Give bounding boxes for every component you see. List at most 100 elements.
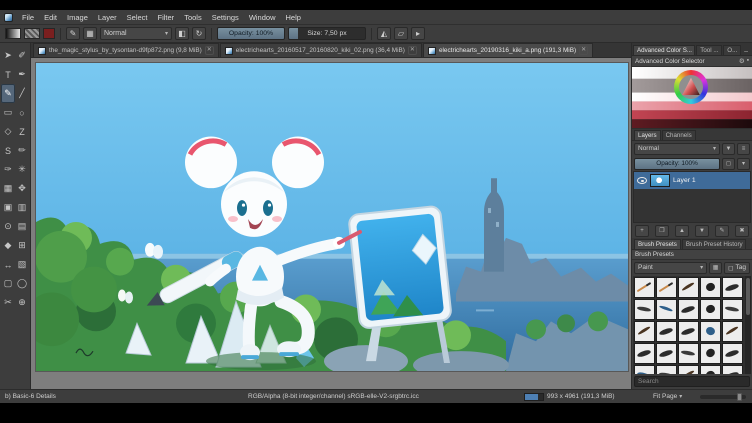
brush-preset[interactable] [722,299,743,320]
tool-assistants[interactable]: ⊞ [15,236,29,255]
menu-select[interactable]: Select [122,13,153,22]
brush-preset[interactable] [656,365,677,374]
tool-ellipse-select[interactable]: ◯ [15,274,29,293]
brush-preset[interactable] [700,277,721,298]
tool-rectangle[interactable]: ▭ [1,103,15,122]
tool-bezier-curve[interactable]: S [1,141,15,160]
tool-polygon[interactable]: ◇ [1,122,15,141]
gear-icon[interactable]: ⚙ [739,57,745,65]
foreground-color-swatch[interactable] [43,28,55,39]
gradient-swatch[interactable] [5,28,21,39]
layer-lock-button[interactable]: ◻ [722,157,735,170]
tab-overview[interactable]: O... [723,45,742,55]
reload-preset-button[interactable]: ↻ [192,27,206,40]
tool-freehand-path[interactable]: ✏ [15,141,29,160]
tool-contiguous-select[interactable]: ⊕ [15,293,29,312]
zoom-slider[interactable] [700,393,746,401]
tool-freehand-select[interactable]: ✂ [1,293,15,312]
eraser-mode-button[interactable]: ◧ [175,27,189,40]
tab-brush-preset-history[interactable]: Brush Preset History [681,239,746,249]
tool-ellipse[interactable]: ○ [15,103,29,122]
tool-edit-shapes[interactable]: ✐ [15,46,29,65]
brush-preset[interactable] [634,277,655,298]
brush-preset[interactable] [700,321,721,342]
tool-pattern-edit[interactable]: ▤ [15,217,29,236]
canvas[interactable] [36,63,628,371]
brush-preset[interactable] [722,321,743,342]
brush-preset[interactable] [634,321,655,342]
close-icon[interactable]: ✕ [579,46,589,55]
tool-transform[interactable]: ▦ [1,179,15,198]
duplicate-layer-button[interactable]: ❐ [655,224,669,237]
brush-preset[interactable] [634,343,655,364]
pin-icon[interactable]: ▪ [747,57,749,65]
menu-filter[interactable]: Filter [153,13,180,22]
document-tab-1[interactable]: the_magic_stylus_by_tysontan-d9fp872.png… [33,43,219,57]
tool-line[interactable]: ╱ [15,84,29,103]
tool-select-shapes[interactable]: ➤ [1,46,15,65]
menu-file[interactable]: File [17,13,39,22]
choose-brush-preset-button[interactable]: ▦ [83,27,97,40]
preset-filter-dropdown[interactable]: Paint ▾ [634,261,708,274]
menu-settings[interactable]: Settings [207,13,244,22]
tab-channels[interactable]: Channels [661,130,696,140]
layer-blending-mode-dropdown[interactable]: Normal ▾ [634,142,720,155]
brush-preset[interactable] [678,343,699,364]
menu-edit[interactable]: Edit [39,13,62,22]
tool-multibrush[interactable]: ✳ [15,160,29,179]
view-mode-button[interactable]: ▦ [709,261,723,274]
tool-color-sampler[interactable]: ⊙ [1,217,15,236]
layer-docker-menu-button[interactable]: ≡ [737,142,750,155]
document-tab-2[interactable]: electrichearts_20160517_20160820_kiki_02… [219,43,422,57]
move-layer-up-button[interactable]: ▲ [675,224,689,237]
tab-layers[interactable]: Layers [634,130,661,140]
opacity-slider[interactable]: Opacity: 100% [217,27,285,40]
tool-crop[interactable]: ▣ [1,198,15,217]
brush-size-slider[interactable]: Size: 7,50 px [288,27,366,40]
tab-tool-options[interactable]: Tool ... [696,45,723,55]
close-icon[interactable]: ✕ [407,46,417,55]
brush-preset[interactable] [678,321,699,342]
move-layer-down-button[interactable]: ▼ [695,224,709,237]
brush-preset[interactable] [700,365,721,374]
edit-brush-settings-button[interactable]: ✎ [66,27,80,40]
hue-triangle-wheel[interactable] [674,70,708,104]
brush-preset[interactable] [656,277,677,298]
tool-fill[interactable]: ◆ [1,236,15,255]
tool-reference-images[interactable]: ▧ [15,255,29,274]
tab-brush-presets[interactable]: Brush Presets [634,239,681,249]
brush-preset[interactable] [634,299,655,320]
brush-preset[interactable] [700,343,721,364]
document-tab-3[interactable]: electrichearts_20190316_kiki_a.png (191,… [422,43,594,57]
wraparound-mode-button[interactable]: ▱ [394,27,408,40]
brush-preset[interactable] [700,299,721,320]
tool-measure[interactable]: ↔ [1,255,15,274]
tab-advanced-color-selector[interactable]: Advanced Color S... [633,45,696,55]
scrollbar-thumb[interactable] [746,278,750,316]
tool-text[interactable]: T [1,65,15,84]
layer-alpha-button[interactable]: ▾ [737,157,750,170]
brush-preset[interactable] [634,365,655,374]
brush-preset[interactable] [656,299,677,320]
advanced-color-selector[interactable] [632,67,752,129]
add-layer-button[interactable]: + [635,224,649,237]
brush-preset[interactable] [722,343,743,364]
close-icon[interactable]: ✕ [204,46,214,55]
layer-filter-button[interactable]: ▼ [722,142,735,155]
brush-preset[interactable] [722,365,743,374]
brush-preset[interactable] [678,299,699,320]
brush-preset[interactable] [722,277,743,298]
zoom-mode-dropdown[interactable]: Fit Page ▾ [653,390,682,403]
tool-gradient[interactable]: ▥ [15,198,29,217]
visibility-eye-icon[interactable] [637,177,647,184]
pattern-swatch[interactable] [24,28,40,39]
dock-float-button[interactable]: – [742,48,750,55]
brush-preset[interactable] [678,277,699,298]
tool-freehand-brush[interactable]: ✎ [1,84,15,103]
mirror-canvas-button[interactable]: ◭ [377,27,391,40]
menu-tools[interactable]: Tools [179,13,207,22]
choose-workspace-button[interactable]: ▸ [411,27,425,40]
menu-help[interactable]: Help [281,13,306,22]
tool-rect-select[interactable]: ▢ [1,274,15,293]
brush-preset[interactable] [656,343,677,364]
